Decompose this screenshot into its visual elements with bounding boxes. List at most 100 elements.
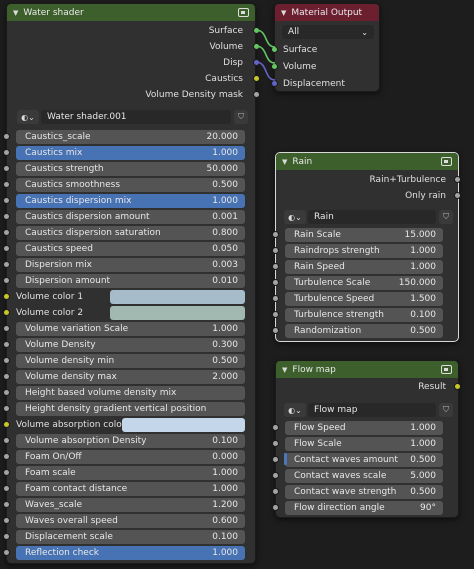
color-swatch[interactable] xyxy=(110,306,245,320)
output-socket[interactable] xyxy=(253,59,260,66)
color-swatch[interactable] xyxy=(110,290,245,304)
input-flow-direction-angle[interactable]: Flow direction angle 90° xyxy=(285,501,443,515)
input-socket[interactable] xyxy=(3,245,10,252)
input-contact-waves-scale[interactable]: Contact waves scale 5.000 xyxy=(285,469,443,483)
water-shader-node[interactable]: ▼ Water shader Surface Volume Disp Caustics… xyxy=(3,3,260,564)
input-turbulence-strength[interactable]: Turbulence strength 0.100 xyxy=(285,308,443,322)
rain-node[interactable]: ▼ Rain Rain+Turbulence Only rain ◐⌄ Rain … xyxy=(272,152,461,342)
input-socket[interactable] xyxy=(3,261,10,268)
water-shader-header[interactable]: ▼ Water shader xyxy=(7,4,255,21)
input-socket[interactable] xyxy=(3,277,10,284)
input-socket[interactable] xyxy=(271,80,278,87)
input-socket[interactable] xyxy=(272,440,279,447)
input-socket[interactable] xyxy=(272,472,279,479)
input-volume-density[interactable]: Volume Density 0.300 xyxy=(16,338,245,352)
output-socket[interactable] xyxy=(253,27,260,34)
input-flow-scale[interactable]: Flow Scale 1.000 xyxy=(285,437,443,451)
input-volume-variation-scale[interactable]: Volume variation Scale 1.000 xyxy=(16,322,245,336)
fake-user-shield-icon[interactable]: ⛉ xyxy=(439,403,453,417)
target-select[interactable]: All ⌄ xyxy=(282,25,374,39)
input-randomization[interactable]: Randomization 0.500 xyxy=(285,324,443,338)
input-foam-contact-distance[interactable]: Foam contact distance 1.000 xyxy=(16,482,245,496)
input-waves-scale[interactable]: Waves_scale 1.200 xyxy=(16,498,245,512)
input-caustics-smoothness[interactable]: Caustics smoothness 0.500 xyxy=(16,178,245,192)
input-rain-speed[interactable]: Rain Speed 1.000 xyxy=(285,260,443,274)
input-socket[interactable] xyxy=(272,295,279,302)
input-socket[interactable] xyxy=(272,456,279,463)
input-socket[interactable] xyxy=(3,357,10,364)
input-socket[interactable] xyxy=(3,373,10,380)
input-socket[interactable] xyxy=(3,133,10,140)
node-group-datablock[interactable]: ◐⌄ Rain ⛉ xyxy=(284,210,453,224)
input-socket[interactable] xyxy=(3,469,10,476)
collapse-chevron-icon[interactable]: ▼ xyxy=(13,9,18,17)
node-group-icon[interactable] xyxy=(441,157,452,166)
input-caustics-dispersion-saturation[interactable]: Caustics dispersion saturation 0.800 xyxy=(16,226,245,240)
input-socket[interactable] xyxy=(3,453,10,460)
input-caustics-dispersion-mix[interactable]: Caustics dispersion mix 1.000 xyxy=(16,194,245,208)
input-socket[interactable] xyxy=(3,197,10,204)
output-socket[interactable] xyxy=(454,176,461,183)
input-socket[interactable] xyxy=(272,247,279,254)
input-socket[interactable] xyxy=(3,149,10,156)
input-caustics-speed[interactable]: Caustics speed 0.050 xyxy=(16,242,245,256)
input-socket[interactable] xyxy=(3,213,10,220)
input-foam-on-off[interactable]: Foam On/Off 0.000 xyxy=(16,450,245,464)
fake-user-shield-icon[interactable]: ⛉ xyxy=(234,110,248,124)
input-socket[interactable] xyxy=(272,327,279,334)
input-socket[interactable] xyxy=(3,341,10,348)
flow-map-header[interactable]: ▼ Flow map xyxy=(276,361,458,378)
input-socket[interactable] xyxy=(3,165,10,172)
output-socket[interactable] xyxy=(253,75,260,82)
input-socket[interactable] xyxy=(3,549,10,556)
input-volume-absorption-density[interactable]: Volume absorption Density 0.100 xyxy=(16,434,245,448)
input-socket[interactable] xyxy=(3,437,10,444)
output-socket[interactable] xyxy=(454,192,461,199)
input-socket[interactable] xyxy=(3,501,10,508)
input-caustics-scale[interactable]: Caustics_scale 20.000 xyxy=(16,130,245,144)
node-tree-icon[interactable]: ◐⌄ xyxy=(17,110,39,124)
node-tree-icon[interactable]: ◐⌄ xyxy=(284,403,306,417)
input-socket[interactable] xyxy=(3,517,10,524)
fake-user-shield-icon[interactable]: ⛉ xyxy=(439,210,453,224)
input-socket[interactable] xyxy=(272,311,279,318)
input-turbulence-speed[interactable]: Turbulence Speed 1.500 xyxy=(285,292,443,306)
collapse-chevron-icon[interactable]: ▼ xyxy=(282,366,287,374)
input-socket[interactable] xyxy=(3,325,10,332)
input-socket[interactable] xyxy=(3,405,10,412)
input-socket[interactable] xyxy=(272,504,279,511)
input-flow-speed[interactable]: Flow Speed 1.000 xyxy=(285,421,443,435)
input-socket[interactable] xyxy=(271,63,278,70)
input-volume-density-min[interactable]: Volume density min 0.500 xyxy=(16,354,245,368)
collapse-chevron-icon[interactable]: ▼ xyxy=(281,9,286,17)
collapse-chevron-icon[interactable]: ▼ xyxy=(282,158,287,166)
output-socket[interactable] xyxy=(253,91,260,98)
input-socket[interactable] xyxy=(3,309,10,316)
node-group-datablock[interactable]: ◐⌄ Flow map ⛉ xyxy=(284,403,453,417)
input-caustics-mix[interactable]: Caustics mix 1.000 xyxy=(16,146,245,160)
input-socket[interactable] xyxy=(3,421,10,428)
input-height-based-volume-density-mix[interactable]: Height based volume density mix xyxy=(16,386,245,400)
datablock-name[interactable]: Rain xyxy=(308,210,436,224)
input-height-density-gradient-vertical-position[interactable]: Height density gradient vertical positio… xyxy=(16,402,245,416)
flow-map-node[interactable]: ▼ Flow map Result ◐⌄ Flow map ⛉ Flow Spe… xyxy=(272,360,461,518)
input-socket[interactable] xyxy=(3,293,10,300)
input-socket[interactable] xyxy=(3,181,10,188)
node-tree-icon[interactable]: ◐⌄ xyxy=(284,210,306,224)
datablock-name[interactable]: Water shader.001 xyxy=(41,110,231,124)
input-raindrops-strength[interactable]: Raindrops strength 1.000 xyxy=(285,244,443,258)
output-socket[interactable] xyxy=(454,383,461,390)
input-rain-scale[interactable]: Rain Scale 15.000 xyxy=(285,228,443,242)
node-group-icon[interactable] xyxy=(441,365,452,374)
input-contact-waves-amount[interactable]: Contact waves amount 0.500 xyxy=(285,453,443,467)
input-contact-wave-strength[interactable]: Contact wave strength 0.500 xyxy=(285,485,443,499)
input-socket[interactable] xyxy=(3,389,10,396)
color-swatch[interactable] xyxy=(122,418,245,432)
input-caustics-strength[interactable]: Caustics strength 50.000 xyxy=(16,162,245,176)
input-dispersion-amount[interactable]: Dispersion amount 0.010 xyxy=(16,274,245,288)
input-foam-scale[interactable]: Foam scale 1.000 xyxy=(16,466,245,480)
input-volume-density-max[interactable]: Volume density max 2.000 xyxy=(16,370,245,384)
output-socket[interactable] xyxy=(253,43,260,50)
input-turbulence-scale[interactable]: Turbulence Scale 150.000 xyxy=(285,276,443,290)
input-caustics-dispersion-amount[interactable]: Caustics dispersion amount 0.001 xyxy=(16,210,245,224)
